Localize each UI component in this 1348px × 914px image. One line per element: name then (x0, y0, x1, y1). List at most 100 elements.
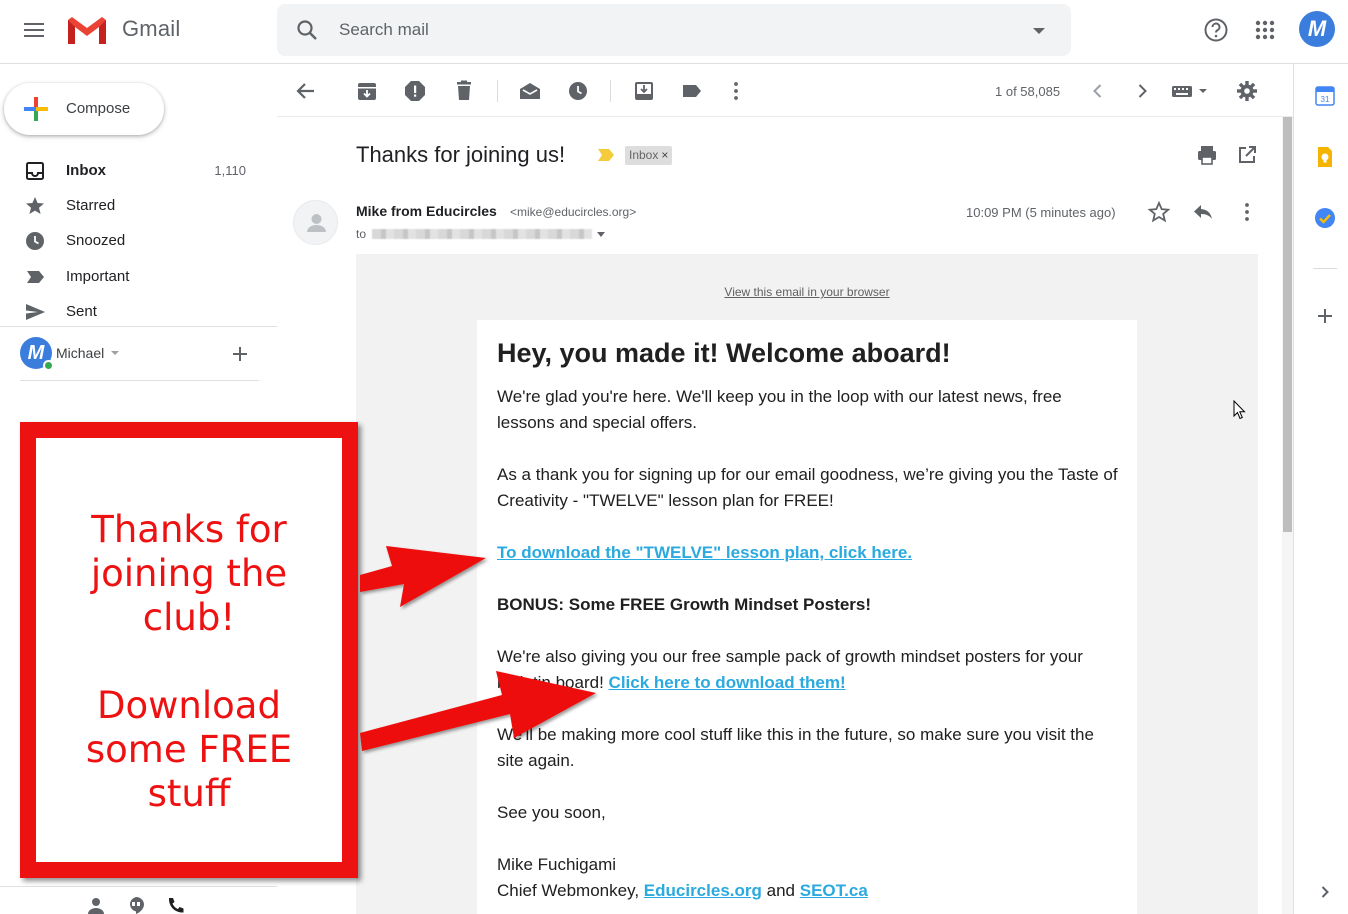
sidebar-item-starred[interactable]: Starred (0, 188, 270, 222)
app-name[interactable]: Gmail (122, 16, 180, 42)
hangouts-chat-icon[interactable] (125, 896, 147, 914)
contacts-person-icon[interactable] (85, 896, 107, 914)
posters-paragraph: We're also giving you our free sample pa… (497, 644, 1122, 696)
search-icon[interactable] (295, 18, 319, 42)
annotation-line: stuff (147, 772, 231, 815)
message-timestamp: 10:09 PM (5 minutes ago) (966, 205, 1116, 220)
mark-unread-icon[interactable] (518, 79, 542, 103)
svg-text:31: 31 (1321, 95, 1330, 104)
settings-gear-icon[interactable] (1235, 79, 1259, 103)
gmail-logo-icon[interactable] (66, 14, 108, 46)
sidebar-item-sent[interactable]: Sent (0, 294, 270, 328)
star-icon (26, 197, 44, 214)
annotation-text: Thanks for joining the club! Download so… (36, 508, 342, 816)
star-outline-icon[interactable] (1147, 200, 1171, 224)
expand-panel-chevron-icon[interactable] (1313, 880, 1337, 904)
signature-title: Chief Webmonkey, (497, 881, 640, 900)
sidebar-item-inbox[interactable]: Inbox 1,110 (0, 153, 270, 187)
bonus-heading: BONUS: Some FREE Growth Mindset Posters! (497, 595, 872, 614)
search-bar[interactable] (277, 4, 1071, 56)
add-contact-icon[interactable] (230, 344, 250, 364)
online-status-icon (43, 360, 54, 371)
more-vertical-icon[interactable] (724, 79, 748, 103)
print-icon[interactable] (1195, 143, 1219, 167)
lesson-plan-link-line: To download the "TWELVE" lesson plan, cl… (497, 540, 1122, 566)
show-details-icon[interactable] (597, 232, 605, 237)
sidebar-item-important[interactable]: Important (0, 259, 270, 293)
signature-title-line: Chief Webmonkey, Educircles.org and SEOT… (497, 878, 1122, 904)
open-new-window-icon[interactable] (1235, 143, 1259, 167)
top-bar: Gmail M (0, 0, 1348, 64)
download-lesson-plan-link[interactable]: To download the "TWELVE" lesson plan, cl… (497, 543, 912, 562)
download-posters-link[interactable]: Click here to download them! (609, 673, 846, 692)
keep-icon[interactable] (1313, 145, 1337, 169)
phone-icon[interactable] (165, 896, 187, 914)
annotation-line: Thanks for (91, 508, 287, 551)
sender-email: <mike@educircles.org> (510, 205, 637, 219)
sidebar-bottom-divider (0, 886, 277, 887)
report-spam-icon[interactable] (403, 79, 427, 103)
label-tag-icon[interactable] (680, 79, 704, 103)
toolbar-divider (497, 80, 498, 102)
chevron-right-icon[interactable] (1130, 79, 1154, 103)
annotation-line: Download (97, 684, 281, 727)
tasks-icon[interactable] (1313, 206, 1337, 230)
view-in-browser-link[interactable]: View this email in your browser (356, 285, 1258, 299)
delete-icon[interactable] (452, 79, 476, 103)
toolbar-divider (610, 80, 611, 102)
sidebar-item-label: Sent (66, 303, 97, 320)
thank-you-paragraph: As a thank you for signing up for our em… (497, 465, 1118, 510)
calendar-icon[interactable]: 31 (1313, 84, 1337, 108)
hangouts-user-name[interactable]: Michael (56, 345, 104, 361)
compose-label: Compose (66, 100, 131, 117)
compose-plus-icon (24, 97, 48, 121)
archive-icon[interactable] (355, 79, 379, 103)
signature-and: and (766, 881, 795, 900)
inbox-icon (26, 162, 44, 180)
annotation-line: joining the (90, 552, 288, 595)
remove-label-icon[interactable]: × (661, 148, 668, 162)
person-icon (307, 214, 326, 232)
signature-name: Mike Fuchigami (497, 855, 617, 874)
reply-icon[interactable] (1191, 200, 1215, 224)
compose-button[interactable]: Compose (4, 83, 164, 135)
back-arrow-icon[interactable] (294, 79, 318, 103)
send-icon (26, 304, 45, 320)
rail-divider (1313, 268, 1337, 269)
inbox-label-chip[interactable]: Inbox × (625, 146, 673, 165)
get-addons-plus-icon[interactable] (1313, 304, 1337, 328)
chevron-down-icon[interactable] (111, 351, 119, 355)
help-icon[interactable] (1202, 16, 1230, 44)
chip-label: Inbox (629, 148, 659, 162)
sidebar-item-label: Starred (66, 197, 116, 214)
mouse-cursor-icon (1233, 400, 1246, 420)
account-avatar[interactable]: M (1299, 11, 1335, 47)
sidebar-item-snoozed[interactable]: Snoozed (0, 223, 270, 257)
recipient-redacted (372, 229, 592, 239)
sender-name[interactable]: Mike from Educircles (356, 203, 497, 219)
search-input[interactable] (339, 16, 979, 44)
important-marker-icon[interactable] (597, 148, 615, 162)
educircles-link[interactable]: Educircles.org (644, 881, 762, 900)
input-tools-keyboard-icon[interactable] (1170, 79, 1210, 103)
more-options-icon[interactable] (1235, 200, 1259, 224)
snooze-clock-icon[interactable] (566, 79, 590, 103)
email-heading: Hey, you made it! Welcome aboard! (497, 338, 951, 368)
annotation-callout-box: Thanks for joining the club! Download so… (20, 422, 358, 878)
apps-grid-icon[interactable] (1251, 16, 1279, 44)
chevron-left-icon[interactable] (1086, 79, 1110, 103)
sender-avatar[interactable] (293, 200, 338, 245)
recipient-label: to (356, 227, 367, 241)
search-options-icon[interactable] (1033, 28, 1045, 34)
sign-off: See you soon, (497, 803, 606, 822)
move-to-icon[interactable] (632, 79, 656, 103)
hangouts-divider (20, 380, 259, 381)
unread-count: 1,110 (214, 163, 246, 178)
main-menu-icon[interactable] (22, 19, 46, 43)
scrollbar-thumb[interactable] (1283, 117, 1292, 532)
important-icon (27, 271, 44, 283)
sidebar-item-label: Snoozed (66, 232, 126, 249)
pagination-count: 1 of 58,085 (995, 84, 1061, 99)
sidebar-item-label: Important (66, 268, 130, 285)
seot-link[interactable]: SEOT.ca (800, 881, 868, 900)
